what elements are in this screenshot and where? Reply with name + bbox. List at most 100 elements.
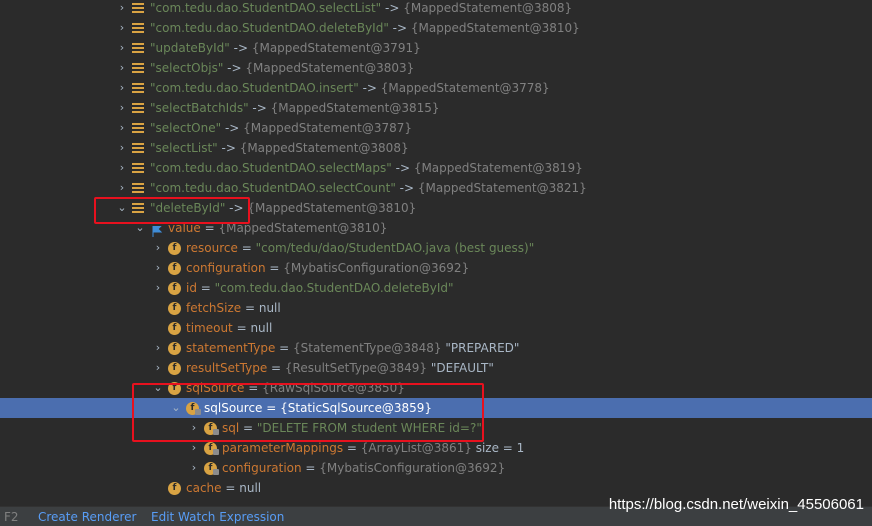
expand-arrow-right-icon[interactable]: › — [152, 258, 164, 278]
row-key: "com.tedu.dao.StudentDAO.selectList" — [150, 1, 382, 15]
row-text: "selectList" -> {MappedStatement@3808} — [150, 138, 409, 158]
row-separator: = — [267, 361, 285, 375]
row-value: {MappedStatement@3810} — [218, 221, 388, 235]
expand-arrow-right-icon[interactable]: › — [116, 78, 128, 98]
list-entry-icon — [132, 43, 144, 54]
row-key: parameterMappings — [222, 441, 344, 455]
expand-arrow-right-icon[interactable]: › — [116, 178, 128, 198]
variables-tree[interactable]: › "com.tedu.dao.StudentDAO.selectList" ->… — [0, 0, 872, 506]
expand-arrow-right-icon[interactable]: › — [116, 98, 128, 118]
row-key: id — [186, 281, 197, 295]
row-text: "selectBatchIds" -> {MappedStatement@381… — [150, 98, 440, 118]
row-separator: -> — [225, 201, 248, 215]
expand-arrow-down-icon[interactable]: ⌄ — [152, 378, 164, 398]
edit-watch-expression-link[interactable]: Edit Watch Expression — [151, 507, 284, 526]
expand-arrow-right-icon[interactable]: › — [152, 278, 164, 298]
expand-arrow-right-icon[interactable]: › — [116, 18, 128, 38]
tree-row[interactable]: › "com.tedu.dao.StudentDAO.selectCount" -… — [0, 178, 872, 198]
row-value: {MappedStatement@3821} — [417, 181, 587, 195]
expand-arrow-right-icon[interactable]: › — [152, 338, 164, 358]
row-separator: = — [200, 221, 219, 235]
tree-row[interactable]: › f parameterMappings = {ArrayList@3861} s… — [0, 438, 872, 458]
row-value: {MappedStatement@3819} — [413, 161, 583, 175]
tree-row[interactable]: ⌄ value = {MappedStatement@3810} — [0, 218, 872, 238]
row-key: "updateById" — [150, 41, 230, 55]
row-extra: "DEFAULT" — [427, 361, 494, 375]
expand-arrow-down-icon[interactable]: ⌄ — [116, 198, 128, 218]
tree-row[interactable]: › "selectList" -> {MappedStatement@3808} — [0, 138, 872, 158]
row-separator: = — [262, 401, 281, 415]
create-renderer-link[interactable]: Create Renderer — [38, 507, 136, 526]
tree-row[interactable]: › "com.tedu.dao.StudentDAO.selectMaps" ->… — [0, 158, 872, 178]
row-separator: = — [275, 341, 294, 355]
field-icon: f — [168, 242, 181, 255]
tree-row[interactable]: › f id = "com.tedu.dao.StudentDAO.deleteBy… — [0, 278, 872, 298]
tree-row[interactable]: ⌄ f sqlSource = {StaticSqlSource@3859} — [0, 398, 872, 418]
row-key: "selectBatchIds" — [150, 101, 249, 115]
tree-row[interactable]: f cache = null — [0, 478, 872, 498]
tree-row[interactable]: › "selectObjs" -> {MappedStatement@3803} — [0, 58, 872, 78]
row-text: fetchSize = null — [186, 298, 281, 318]
row-text: "com.tedu.dao.StudentDAO.insert" -> {Map… — [150, 78, 550, 98]
tree-row[interactable]: › f sql = "DELETE FROM student WHERE id=?" — [0, 418, 872, 438]
expand-arrow-right-icon[interactable]: › — [116, 58, 128, 78]
tree-row[interactable]: › f statementType = {StatementType@3848} "… — [0, 338, 872, 358]
list-entry-icon — [132, 123, 144, 134]
expand-arrow-right-icon[interactable]: › — [116, 118, 128, 138]
expand-arrow-down-icon[interactable]: ⌄ — [134, 218, 146, 238]
shortcut-key: F2 — [4, 510, 19, 524]
tree-row[interactable]: f timeout = null — [0, 318, 872, 338]
tree-row[interactable]: › "com.tedu.dao.StudentDAO.insert" -> {Ma… — [0, 78, 872, 98]
row-separator: -> — [358, 81, 381, 95]
expand-arrow-right-icon[interactable]: › — [152, 238, 164, 258]
row-text: sql = "DELETE FROM student WHERE id=?" — [222, 418, 482, 438]
row-value: {MappedStatement@3808} — [239, 141, 409, 155]
row-separator: = — [239, 421, 257, 435]
tree-row[interactable]: › f resultSetType = {ResultSetType@3849} "… — [0, 358, 872, 378]
row-separator: -> — [388, 21, 411, 35]
lock-icon — [213, 449, 219, 455]
expand-arrow-right-icon[interactable]: › — [188, 438, 200, 458]
row-value: {MappedStatement@3808} — [403, 1, 573, 15]
row-text: "selectObjs" -> {MappedStatement@3803} — [150, 58, 414, 78]
row-value: {StaticSqlSource@3859} — [280, 401, 433, 415]
tree-row[interactable]: › f resource = "com/tedu/dao/StudentDAO.ja… — [0, 238, 872, 258]
tree-row[interactable]: › "updateById" -> {MappedStatement@3791} — [0, 38, 872, 58]
expand-arrow-right-icon[interactable]: › — [116, 0, 128, 18]
field-icon: f — [168, 382, 181, 395]
tree-row[interactable]: › f configuration = {MybatisConfiguration@… — [0, 458, 872, 478]
tree-row[interactable]: ⌄ f sqlSource = {RawSqlSource@3850} — [0, 378, 872, 398]
tree-row[interactable]: f fetchSize = null — [0, 298, 872, 318]
row-separator: = — [237, 241, 256, 255]
expand-arrow-right-icon[interactable]: › — [116, 158, 128, 178]
row-text: configuration = {MybatisConfiguration@36… — [222, 458, 505, 478]
tree-row[interactable]: › "selectBatchIds" -> {MappedStatement@38… — [0, 98, 872, 118]
tree-row[interactable]: › "com.tedu.dao.StudentDAO.deleteById" ->… — [0, 18, 872, 38]
list-entry-icon — [132, 143, 144, 154]
row-extra: size = 1 — [471, 441, 525, 455]
row-separator: -> — [395, 181, 418, 195]
tree-row[interactable]: › "selectOne" -> {MappedStatement@3787} — [0, 118, 872, 138]
row-value: "DELETE FROM student WHERE id=?" — [256, 421, 482, 435]
expand-arrow-right-icon[interactable]: › — [188, 458, 200, 478]
row-key: fetchSize — [186, 301, 242, 315]
row-key: "com.tedu.dao.StudentDAO.selectMaps" — [150, 161, 392, 175]
row-separator: -> — [381, 1, 404, 15]
row-value: null — [250, 321, 273, 335]
expand-arrow-right-icon[interactable]: › — [116, 138, 128, 158]
tree-row[interactable]: › f configuration = {MybatisConfiguration@… — [0, 258, 872, 278]
list-entry-icon — [132, 183, 144, 194]
row-text: statementType = {StatementType@3848} "PR… — [186, 338, 519, 358]
expand-arrow-right-icon[interactable]: › — [116, 38, 128, 58]
row-key: "com.tedu.dao.StudentDAO.selectCount" — [150, 181, 396, 195]
row-value: {MybatisConfiguration@3692} — [283, 261, 470, 275]
expand-arrow-right-icon[interactable]: › — [188, 418, 200, 438]
tree-row[interactable]: › "com.tedu.dao.StudentDAO.selectList" ->… — [0, 0, 872, 18]
row-value: {MappedStatement@3810} — [247, 201, 417, 215]
expand-arrow-down-icon[interactable]: ⌄ — [170, 398, 182, 418]
expand-arrow-right-icon[interactable]: › — [152, 358, 164, 378]
tree-row[interactable]: ⌄ "deleteById" -> {MappedStatement@3810} — [0, 198, 872, 218]
lock-icon — [213, 469, 219, 475]
flag-icon — [152, 223, 163, 237]
row-separator: = — [301, 461, 320, 475]
